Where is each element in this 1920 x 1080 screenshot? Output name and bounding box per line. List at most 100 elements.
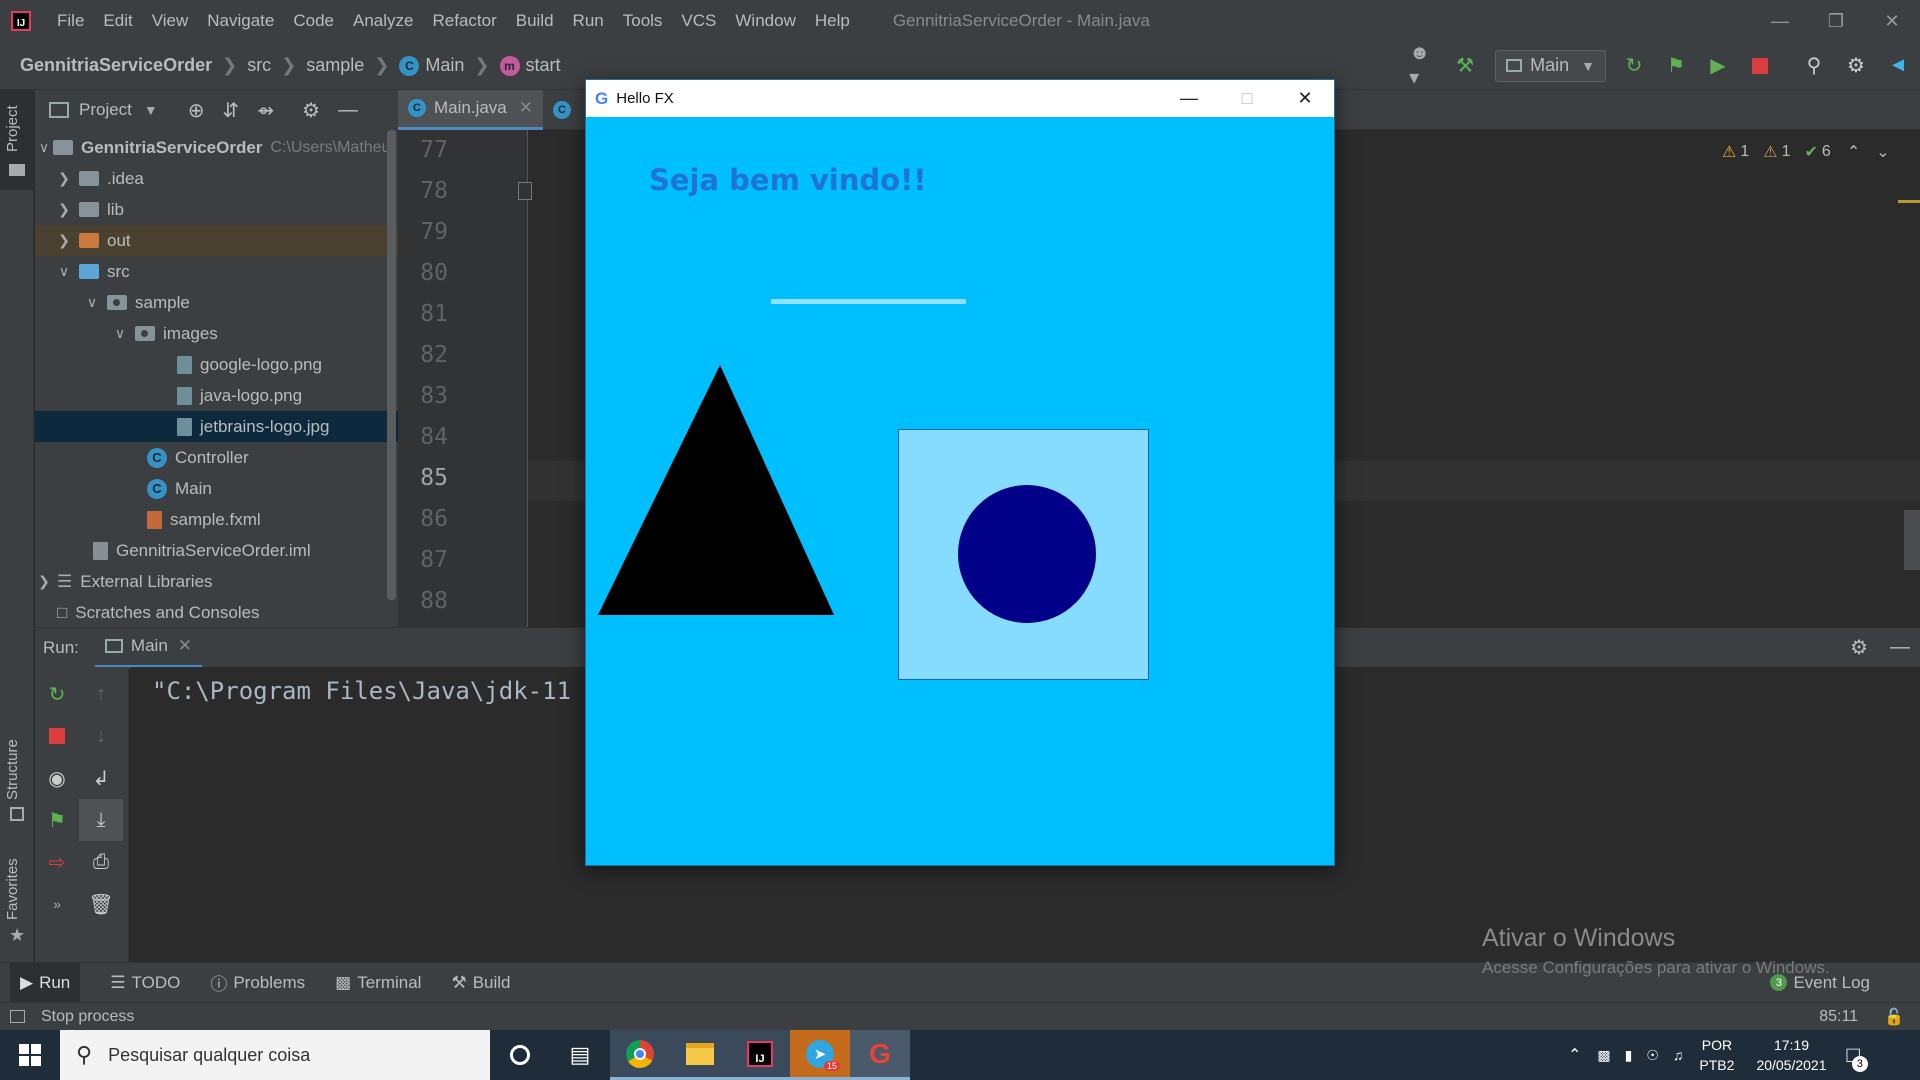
camera-icon[interactable]: ◉ bbox=[35, 757, 79, 799]
gear-icon[interactable]: ⚙ bbox=[1842, 52, 1870, 80]
menu-refactor[interactable]: Refactor bbox=[432, 11, 496, 31]
restore-icon[interactable]: ❐ bbox=[1808, 11, 1864, 32]
file-explorer-icon[interactable] bbox=[670, 1030, 730, 1080]
menu-file[interactable]: File bbox=[57, 11, 84, 31]
chevron-down-icon[interactable]: ⌄ bbox=[1876, 142, 1889, 162]
google-taskbar-icon[interactable]: G bbox=[850, 1030, 910, 1080]
tree-item-controller[interactable]: C Controller bbox=[35, 442, 398, 473]
hide-panel-icon[interactable]: — bbox=[338, 99, 358, 122]
minimize-icon[interactable]: — bbox=[1752, 11, 1808, 32]
chevron-right-icon[interactable]: ❯ bbox=[55, 201, 73, 218]
stop-icon[interactable] bbox=[1746, 52, 1774, 80]
plugin-logo-icon[interactable]: ◄ bbox=[1884, 52, 1912, 80]
close-icon[interactable]: ✕ bbox=[1864, 11, 1920, 32]
tab-secondary[interactable]: C bbox=[543, 90, 589, 130]
debug-icon[interactable]: ⚑ bbox=[1662, 52, 1690, 80]
tool-tab-problems[interactable]: ⓘ Problems bbox=[210, 970, 305, 995]
clock[interactable]: 17:19 20/05/2021 bbox=[1756, 1035, 1826, 1075]
chevron-right-icon[interactable]: ❯ bbox=[35, 573, 53, 590]
arrow-down-icon[interactable]: ↓ bbox=[79, 715, 123, 757]
chevron-right-icon[interactable]: ❯ bbox=[55, 232, 73, 249]
debug-icon[interactable]: ⚑ bbox=[35, 799, 79, 841]
telegram-taskbar-icon[interactable]: ➤ 15 bbox=[790, 1030, 850, 1080]
close-icon[interactable]: ✕ bbox=[1276, 80, 1334, 117]
fold-icon[interactable] bbox=[518, 182, 532, 200]
breadcrumb-src[interactable]: src bbox=[247, 55, 271, 76]
menu-build[interactable]: Build bbox=[516, 11, 554, 31]
menu-help[interactable]: Help bbox=[815, 11, 850, 31]
tree-item-src[interactable]: ∨ src bbox=[35, 256, 398, 287]
chevron-down-icon[interactable]: ∨ bbox=[35, 139, 53, 156]
wifi-icon[interactable]: ☉ bbox=[1646, 1047, 1659, 1064]
exit-icon[interactable]: ⇨ bbox=[35, 841, 79, 883]
tree-item-java-logo[interactable]: java-logo.png bbox=[35, 380, 398, 411]
caret-position[interactable]: 85:11 bbox=[1819, 1008, 1858, 1026]
task-view-icon[interactable]: ▤ bbox=[550, 1030, 610, 1080]
device-icon[interactable]: ▩ bbox=[1597, 1047, 1610, 1064]
tool-tab-build[interactable]: ⚒ Build bbox=[451, 973, 510, 993]
rerun-icon[interactable]: ↻ bbox=[1620, 52, 1648, 80]
breadcrumb-project[interactable]: GennitriaServiceOrder bbox=[20, 55, 212, 76]
tree-item-scratches[interactable]: □ Scratches and Consoles bbox=[35, 597, 398, 627]
menu-edit[interactable]: Edit bbox=[103, 11, 132, 31]
close-icon[interactable]: ✕ bbox=[519, 98, 533, 118]
coverage-icon[interactable]: ▶ bbox=[1704, 52, 1732, 80]
tree-item-jetbrains-logo[interactable]: jetbrains-logo.jpg bbox=[35, 411, 398, 442]
tree-item-sample[interactable]: ∨ sample bbox=[35, 287, 398, 318]
run-tab-main[interactable]: Main ✕ bbox=[94, 628, 203, 668]
breadcrumb-main[interactable]: Main bbox=[425, 55, 464, 76]
user-icon[interactable]: ☻▾ bbox=[1409, 42, 1437, 89]
print-icon[interactable]: ⎙ bbox=[79, 841, 123, 883]
chevron-right-icon[interactable]: ❯ bbox=[55, 170, 73, 187]
chevron-down-icon[interactable]: ∨ bbox=[111, 325, 129, 342]
chevron-down-icon[interactable]: ∨ bbox=[83, 294, 101, 311]
menu-navigate[interactable]: Navigate bbox=[207, 11, 274, 31]
minimize-icon[interactable]: — bbox=[1160, 80, 1218, 117]
arrow-up-icon[interactable]: ↑ bbox=[79, 673, 123, 715]
tool-tab-terminal[interactable]: ▩ Terminal bbox=[335, 973, 421, 993]
tree-item-out[interactable]: ❯ out bbox=[35, 225, 398, 256]
collapse-all-icon[interactable]: ⇴ bbox=[257, 98, 274, 123]
soft-wrap-icon[interactable]: ↲ bbox=[79, 757, 123, 799]
tree-item-google-logo[interactable]: google-logo.png bbox=[35, 349, 398, 380]
project-view-title[interactable]: Project bbox=[79, 100, 132, 120]
run-config-dropdown[interactable]: Main ▼ bbox=[1495, 49, 1606, 82]
tree-scrollbar[interactable] bbox=[387, 130, 396, 600]
windows-start-icon[interactable] bbox=[0, 1030, 60, 1080]
inspection-widget[interactable]: ⚠ 1 ⚠ 1 ✔ 6 ⌃ ⌄ bbox=[1722, 142, 1890, 162]
menu-view[interactable]: View bbox=[152, 11, 189, 31]
tree-item-project-root[interactable]: ∨ GennitriaServiceOrder C:\Users\Matheu bbox=[35, 132, 398, 163]
chevron-down-icon[interactable]: ∨ bbox=[55, 263, 73, 280]
tree-item-sample-fxml[interactable]: sample.fxml bbox=[35, 504, 398, 535]
expand-all-icon[interactable]: ⇵ bbox=[223, 98, 240, 123]
editor-scrollbar[interactable] bbox=[1904, 510, 1920, 570]
gear-icon[interactable]: ⚙ bbox=[302, 98, 320, 123]
rerun-icon[interactable]: ↻ bbox=[35, 673, 79, 715]
search-icon[interactable]: ⚲ bbox=[1800, 52, 1828, 80]
stop-icon[interactable] bbox=[35, 715, 79, 757]
taskbar-search-input[interactable]: ⚲ Pesquisar qualquer coisa bbox=[60, 1030, 490, 1080]
tree-item-iml[interactable]: GennitriaServiceOrder.iml bbox=[35, 535, 398, 566]
scroll-to-end-icon[interactable]: ⤓ bbox=[79, 799, 123, 841]
tree-item-images[interactable]: ∨ images bbox=[35, 318, 398, 349]
chevron-up-icon[interactable]: ⌃ bbox=[1847, 142, 1860, 162]
build-hammer-icon[interactable]: ⚒ bbox=[1451, 52, 1479, 80]
tree-item-external-libraries[interactable]: ❯ ☰ External Libraries bbox=[35, 566, 398, 597]
structure-vertical-tab[interactable]: Structure bbox=[4, 739, 21, 800]
hide-panel-icon[interactable]: — bbox=[1890, 636, 1910, 659]
breadcrumb-sample[interactable]: sample bbox=[306, 55, 364, 76]
menu-run[interactable]: Run bbox=[573, 11, 604, 31]
language-indicator[interactable]: POR PTB2 bbox=[1699, 1035, 1734, 1075]
notification-center-button[interactable]: □ 3 bbox=[1847, 1042, 1868, 1072]
battery-icon[interactable]: ▮ bbox=[1625, 1047, 1633, 1064]
intellij-taskbar-icon[interactable]: IJ bbox=[730, 1030, 790, 1080]
gear-icon[interactable]: ⚙ bbox=[1850, 635, 1868, 660]
menu-window[interactable]: Window bbox=[735, 11, 795, 31]
fx-title-bar[interactable]: G Hello FX — □ ✕ bbox=[586, 80, 1334, 117]
cortana-icon[interactable] bbox=[490, 1030, 550, 1080]
menu-tools[interactable]: Tools bbox=[623, 11, 663, 31]
favorites-vertical-tab[interactable]: Favorites bbox=[4, 858, 21, 920]
chevron-up-icon[interactable]: ⌃ bbox=[1568, 1045, 1581, 1065]
tree-item-idea[interactable]: ❯ .idea bbox=[35, 163, 398, 194]
project-vertical-tab[interactable]: Project bbox=[4, 105, 21, 152]
